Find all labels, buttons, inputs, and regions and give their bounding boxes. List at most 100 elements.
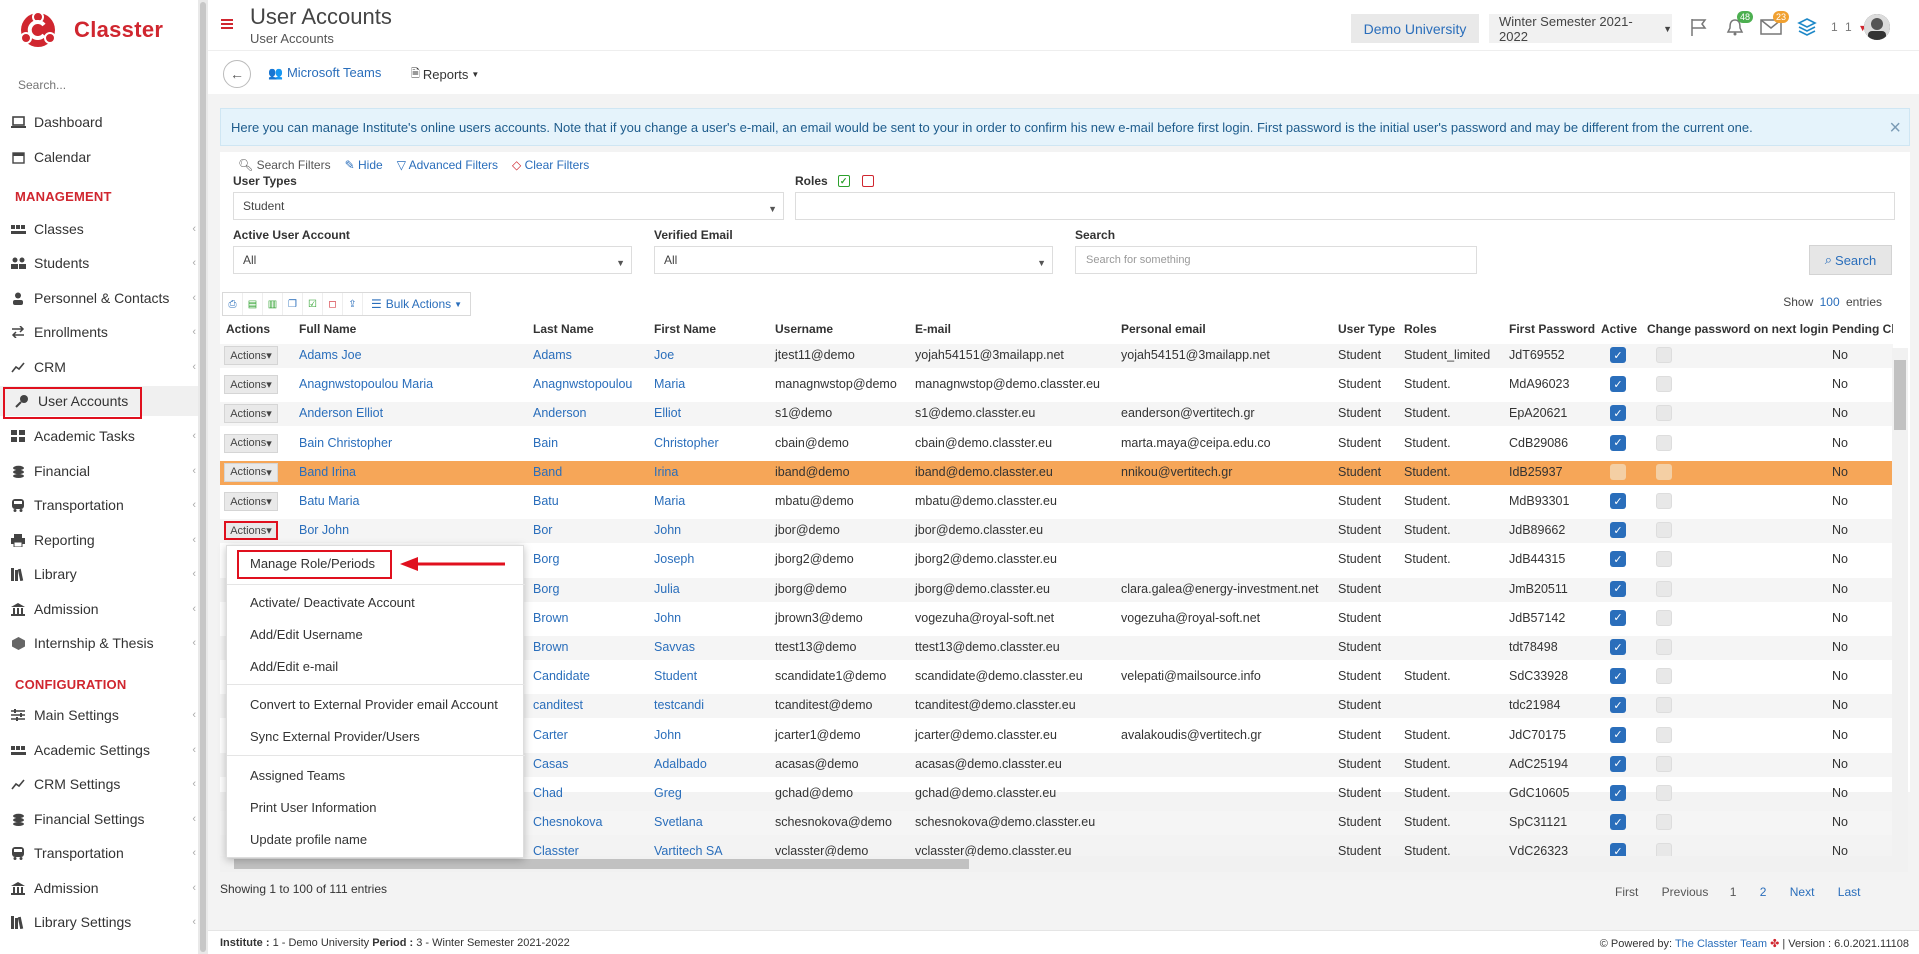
- cell-first[interactable]: testcandi: [654, 698, 704, 712]
- change-password-checkbox[interactable]: [1656, 639, 1672, 655]
- cell-last[interactable]: Brown: [533, 640, 568, 654]
- search-button[interactable]: ⌕ Search: [1809, 245, 1892, 275]
- classter-team-link[interactable]: The Classter Team: [1675, 938, 1767, 950]
- uncheck-all-icon[interactable]: [861, 175, 874, 187]
- sidebar-item-admission-settings[interactable]: Admission ‹: [0, 873, 198, 903]
- cell-first[interactable]: Savvas: [654, 640, 695, 654]
- mail-icon[interactable]: 23: [1760, 11, 1789, 38]
- cell-first[interactable]: Elliot: [654, 406, 681, 420]
- sidebar-item-library-settings[interactable]: Library Settings ‹: [0, 907, 198, 937]
- change-password-checkbox[interactable]: [1656, 843, 1672, 856]
- cell-first[interactable]: Irina: [654, 465, 678, 479]
- cell-last[interactable]: Band: [533, 465, 562, 479]
- active-checkbox[interactable]: ✓: [1610, 347, 1626, 363]
- cell-first[interactable]: Joe: [654, 348, 674, 362]
- cell-first[interactable]: Maria: [654, 494, 685, 508]
- cell-first[interactable]: Christopher: [654, 436, 719, 450]
- user-types-select[interactable]: Student ▼: [233, 192, 784, 220]
- table-row[interactable]: Actions ▾ Anagnwstopoulou Maria Anagnwstop…: [220, 373, 1893, 397]
- col-active[interactable]: Active: [1601, 322, 1637, 336]
- cell-full[interactable]: Anderson Elliot: [299, 406, 383, 420]
- col-last-name[interactable]: Last Name: [533, 322, 594, 336]
- sidebar-item-academic-settings[interactable]: Academic Settings ‹: [0, 735, 198, 765]
- check-all-icon[interactable]: ✓: [837, 175, 850, 187]
- cell-full[interactable]: Batu Maria: [299, 494, 359, 508]
- menu-item-edit-username[interactable]: Add/Edit Username: [250, 627, 363, 642]
- cell-last[interactable]: Anagnwstopoulou: [533, 377, 632, 391]
- change-password-checkbox[interactable]: [1656, 493, 1672, 509]
- change-password-checkbox[interactable]: [1656, 522, 1672, 539]
- menu-item-assigned-teams[interactable]: Assigned Teams: [250, 768, 345, 783]
- sidebar-item-classes[interactable]: Classes ‹: [0, 214, 198, 244]
- menu-item-sync-external[interactable]: Sync External Provider/Users: [250, 729, 420, 744]
- sidebar-item-financial-settings[interactable]: Financial Settings ‹: [0, 804, 198, 834]
- active-checkbox[interactable]: ✓: [1610, 843, 1626, 856]
- menu-item-manage-role-periods[interactable]: Manage Role/Periods: [250, 556, 375, 571]
- active-checkbox[interactable]: ✓: [1610, 434, 1626, 451]
- cell-last[interactable]: Brown: [533, 611, 568, 625]
- menu-item-update-profile-name[interactable]: Update profile name: [250, 832, 367, 847]
- table-vertical-scrollbar[interactable]: [1892, 348, 1908, 856]
- active-checkbox[interactable]: [1610, 463, 1626, 480]
- cell-last[interactable]: Borg: [533, 552, 559, 566]
- cell-first[interactable]: Svetlana: [654, 815, 703, 829]
- table-row[interactable]: Actions ▾ Bain Christopher Bain Christopher…: [220, 432, 1893, 456]
- sidebar-item-user-accounts[interactable]: User Accounts: [0, 386, 198, 419]
- page-last[interactable]: Last: [1838, 885, 1861, 899]
- table-row[interactable]: Actions ▾ Bor John Bor John jbor@demo jbor@de…: [220, 519, 1893, 544]
- page-2[interactable]: 2: [1760, 885, 1767, 899]
- col-first-password[interactable]: First Password: [1509, 322, 1595, 336]
- cell-last[interactable]: Candidate: [533, 669, 590, 683]
- clear-filters-link[interactable]: ◇ Clear Filters: [512, 158, 589, 172]
- menu-item-activate-deactivate[interactable]: Activate/ Deactivate Account: [250, 595, 415, 610]
- active-checkbox[interactable]: ✓: [1610, 785, 1626, 801]
- cell-first[interactable]: Julia: [654, 582, 680, 596]
- col-first-name[interactable]: First Name: [654, 322, 716, 336]
- sidebar-search-input[interactable]: [10, 72, 190, 98]
- change-password-checkbox[interactable]: [1656, 580, 1672, 597]
- bell-icon[interactable]: 48: [1724, 11, 1753, 38]
- menu-item-convert-external[interactable]: Convert to External Provider email Accou…: [250, 697, 498, 712]
- layers-icon[interactable]: [1796, 16, 1818, 38]
- col-personal-email[interactable]: Personal email: [1121, 322, 1206, 336]
- page-previous[interactable]: Previous: [1662, 885, 1709, 899]
- cell-last[interactable]: Chesnokova: [533, 815, 603, 829]
- sidebar-item-enrollments[interactable]: Enrollments ‹: [0, 317, 198, 347]
- active-checkbox[interactable]: ✓: [1610, 814, 1626, 831]
- change-password-checkbox[interactable]: [1656, 755, 1672, 772]
- semester-select[interactable]: Winter Semester 2021-2022 ▼: [1489, 14, 1672, 44]
- active-checkbox[interactable]: ✓: [1610, 522, 1626, 539]
- sidebar-item-reporting[interactable]: Reporting ‹: [0, 525, 198, 555]
- cell-first[interactable]: John: [654, 611, 681, 625]
- cell-first[interactable]: Greg: [654, 786, 682, 800]
- flag-icon[interactable]: [1688, 16, 1710, 38]
- table-row[interactable]: Actions ▾ Band Irina Band Irina iband@demo ib…: [220, 460, 1893, 485]
- col-user-type[interactable]: User Type: [1338, 322, 1395, 336]
- cell-first[interactable]: John: [654, 523, 681, 537]
- table-row[interactable]: Actions ▾ Batu Maria Batu Maria mbatu@demo mb…: [220, 490, 1893, 514]
- active-checkbox[interactable]: ✓: [1610, 405, 1626, 422]
- active-checkbox[interactable]: ✓: [1610, 580, 1626, 597]
- back-button[interactable]: ←: [223, 60, 251, 88]
- bulk-actions-button[interactable]: ☰ Bulk Actions ▼: [363, 293, 470, 315]
- page-1[interactable]: 1: [1730, 885, 1737, 899]
- menu-item-print-user-info[interactable]: Print User Information: [250, 800, 376, 815]
- cell-last[interactable]: Anderson: [533, 406, 587, 420]
- change-password-checkbox[interactable]: [1656, 726, 1672, 743]
- active-checkbox[interactable]: ✓: [1610, 668, 1626, 685]
- col-full-name[interactable]: Full Name: [299, 322, 356, 336]
- cell-last[interactable]: Borg: [533, 582, 559, 596]
- cell-last[interactable]: Bain: [533, 436, 558, 450]
- menu-toggle-icon[interactable]: [221, 19, 233, 31]
- change-password-checkbox[interactable]: [1656, 609, 1672, 626]
- print-icon[interactable]: ⎙: [223, 293, 243, 315]
- change-password-checkbox[interactable]: [1656, 785, 1672, 801]
- roles-select[interactable]: [795, 192, 1895, 220]
- row-actions-button[interactable]: Actions ▾: [224, 462, 278, 482]
- hide-filters-link[interactable]: ✎ Hide: [345, 158, 383, 172]
- active-checkbox[interactable]: ✓: [1610, 726, 1626, 743]
- cell-first[interactable]: Adalbado: [654, 757, 707, 771]
- cell-full[interactable]: Bain Christopher: [299, 436, 392, 450]
- cell-last[interactable]: Carter: [533, 728, 568, 742]
- menu-item-edit-email[interactable]: Add/Edit e-mail: [250, 659, 338, 674]
